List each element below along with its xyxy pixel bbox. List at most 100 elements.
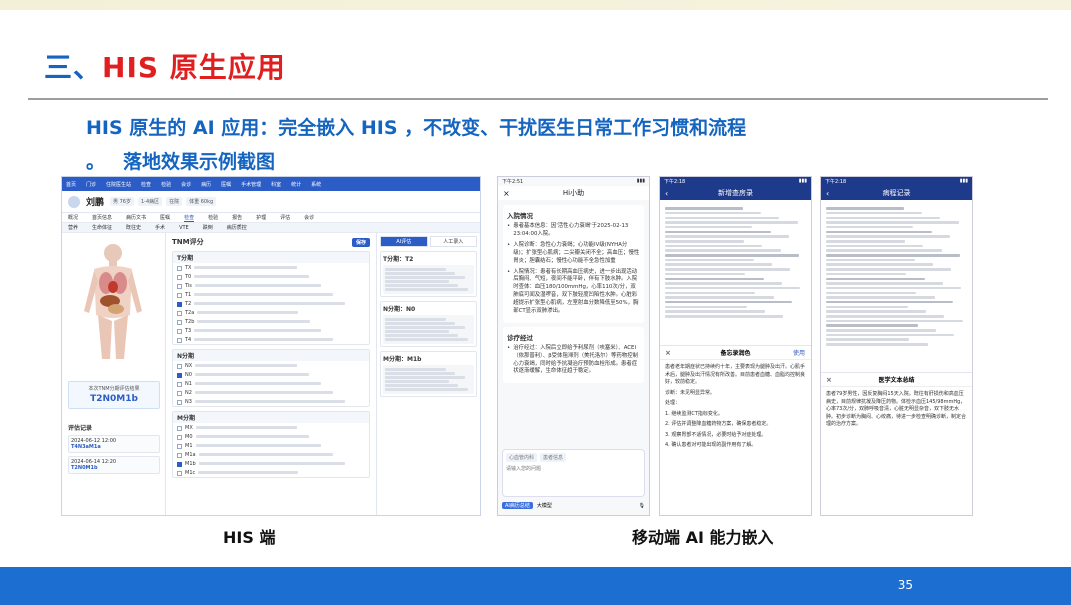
tnm-option[interactable]: T2	[173, 299, 369, 308]
tnm-save-button[interactable]: 保存	[351, 237, 370, 247]
tab-primary[interactable]: 会诊	[304, 214, 314, 221]
tnm-section-title: M分期	[173, 412, 369, 423]
checkbox[interactable]	[177, 292, 182, 298]
checkbox[interactable]	[177, 319, 182, 325]
checkbox[interactable]	[177, 443, 182, 449]
eval-item[interactable]: 2024-06-12 12:00 T4N3aM1a	[68, 435, 160, 453]
tab-primary[interactable]: 评估	[280, 214, 290, 221]
tab-primary[interactable]: 医嘱	[160, 214, 170, 221]
patient-tag[interactable]: 患者信息	[540, 453, 567, 462]
tnm-option[interactable]: M1c	[173, 468, 369, 477]
tnm-option[interactable]: M1b	[173, 459, 369, 468]
tnm-option[interactable]: NX	[173, 361, 369, 370]
nav-item[interactable]: 门诊	[86, 181, 96, 188]
tab-primary[interactable]: 首页信息	[92, 214, 112, 221]
his-body: 本次TNM分期评估结果 T2N0M1b 评估记录 2024-06-12 12:0…	[62, 233, 480, 515]
checkbox[interactable]	[177, 390, 182, 396]
nav-item[interactable]: 会诊	[181, 181, 191, 188]
tnm-option[interactable]: T4	[173, 335, 369, 344]
tab-secondary[interactable]: 手术	[155, 224, 165, 231]
tnm-option[interactable]: T3	[173, 326, 369, 335]
text-line	[826, 258, 915, 262]
close-icon[interactable]: ×	[826, 376, 832, 384]
use-button[interactable]: 使用	[793, 348, 805, 357]
checkbox[interactable]	[177, 381, 182, 387]
ai-eval-tab[interactable]: AI评估	[380, 236, 428, 247]
tab-secondary[interactable]: 生命体征	[92, 224, 112, 231]
nav-item[interactable]: 住院医生站	[106, 181, 131, 188]
checkbox[interactable]	[177, 328, 182, 334]
chat-input-box[interactable]: 心血管内科 患者信息 请输入您的问题	[502, 449, 645, 497]
tnm-option[interactable]: T2b	[173, 317, 369, 326]
tab-primary[interactable]: 检验	[208, 214, 218, 221]
tab-primary[interactable]: 报告	[232, 214, 242, 221]
ai-summary-tag[interactable]: AI病历总结	[502, 502, 533, 509]
checkbox[interactable]	[177, 283, 182, 289]
tnm-option[interactable]: T2a	[173, 308, 369, 317]
tnm-option[interactable]: MX	[173, 423, 369, 432]
tnm-option[interactable]: M0	[173, 432, 369, 441]
checkbox[interactable]	[177, 372, 182, 378]
text-line	[665, 272, 746, 276]
tab-primary[interactable]: 概况	[68, 214, 78, 221]
tab-secondary[interactable]: 营养	[68, 224, 78, 231]
tab-secondary[interactable]: 跌倒	[203, 224, 213, 231]
nav-item[interactable]: 医嘱	[221, 181, 231, 188]
nav-item[interactable]: 系统	[311, 181, 321, 188]
nav-item[interactable]: 首页	[66, 181, 76, 188]
nav-item[interactable]: 检验	[161, 181, 171, 188]
ai-eval-tab[interactable]: 人工录入	[429, 236, 477, 247]
summary-sheet-body: 患者79岁男性，因反复胸闷15天入院。既往有肝损伤和高血压病史，目前规律抗凝及降…	[821, 387, 972, 436]
nav-item[interactable]: 检查	[141, 181, 151, 188]
option-desc	[194, 337, 365, 343]
checkbox[interactable]	[177, 470, 182, 476]
text-line	[194, 301, 345, 305]
checkbox[interactable]	[177, 337, 182, 343]
tnm-option[interactable]: T1	[173, 290, 369, 299]
tnm-option[interactable]: M1a	[173, 450, 369, 459]
checkbox[interactable]	[177, 363, 182, 369]
tab-primary[interactable]: 护理	[256, 214, 266, 221]
tnm-option[interactable]: M1	[173, 441, 369, 450]
checkbox[interactable]	[177, 301, 182, 307]
close-icon[interactable]: ×	[665, 349, 671, 357]
tnm-option[interactable]: T0	[173, 272, 369, 281]
close-icon[interactable]: ×	[503, 189, 510, 198]
tnm-option[interactable]: N3	[173, 397, 369, 406]
tab-secondary[interactable]: 病历质控	[227, 224, 247, 231]
model-tag[interactable]: 大模型	[537, 502, 552, 509]
tab-primary[interactable]: 检查	[184, 214, 195, 222]
tnm-option[interactable]: Tis	[173, 281, 369, 290]
tnm-option-code: T2a	[185, 309, 195, 316]
checkbox[interactable]	[177, 310, 182, 316]
nav-item[interactable]: 统计	[291, 181, 301, 188]
checkbox[interactable]	[177, 274, 182, 280]
tnm-option[interactable]: TX	[173, 263, 369, 272]
nav-item[interactable]: 病历	[201, 181, 211, 188]
checkbox[interactable]	[177, 399, 182, 405]
text-line	[826, 240, 905, 243]
tnm-option[interactable]: N0	[173, 370, 369, 379]
tab-secondary[interactable]: 既往史	[126, 224, 141, 231]
tnm-section: N分期 NX N0 N1 N2 N3	[172, 349, 370, 407]
mic-icon[interactable]: 🎙	[639, 503, 645, 509]
tab-primary[interactable]: 病历文书	[126, 214, 146, 221]
tnm-option[interactable]: N2	[173, 388, 369, 397]
tab-secondary[interactable]: VTE	[179, 225, 189, 231]
nav-item[interactable]: 科室	[271, 181, 281, 188]
checkbox[interactable]	[177, 425, 182, 431]
back-icon[interactable]: ‹	[665, 189, 668, 198]
checkbox[interactable]	[177, 265, 182, 271]
text-line	[826, 329, 936, 332]
bullet-item: 治疗经过：入院后立即给予利尿剂（呋塞米）、ACEI（依那普利）、β受体阻滞剂（美…	[507, 345, 640, 376]
text-line	[826, 333, 955, 337]
back-icon[interactable]: ‹	[826, 189, 829, 198]
nav-item[interactable]: 手术管理	[241, 181, 261, 188]
checkbox[interactable]	[177, 461, 182, 467]
dept-tag[interactable]: 心血管内科	[506, 453, 538, 462]
tnm-option[interactable]: N1	[173, 379, 369, 388]
checkbox[interactable]	[177, 434, 182, 440]
tnm-result-value: T2N0M1b	[90, 394, 138, 404]
checkbox[interactable]	[177, 452, 182, 458]
eval-item[interactable]: 2024-06-14 12:20 T2N0M1b	[68, 456, 160, 474]
